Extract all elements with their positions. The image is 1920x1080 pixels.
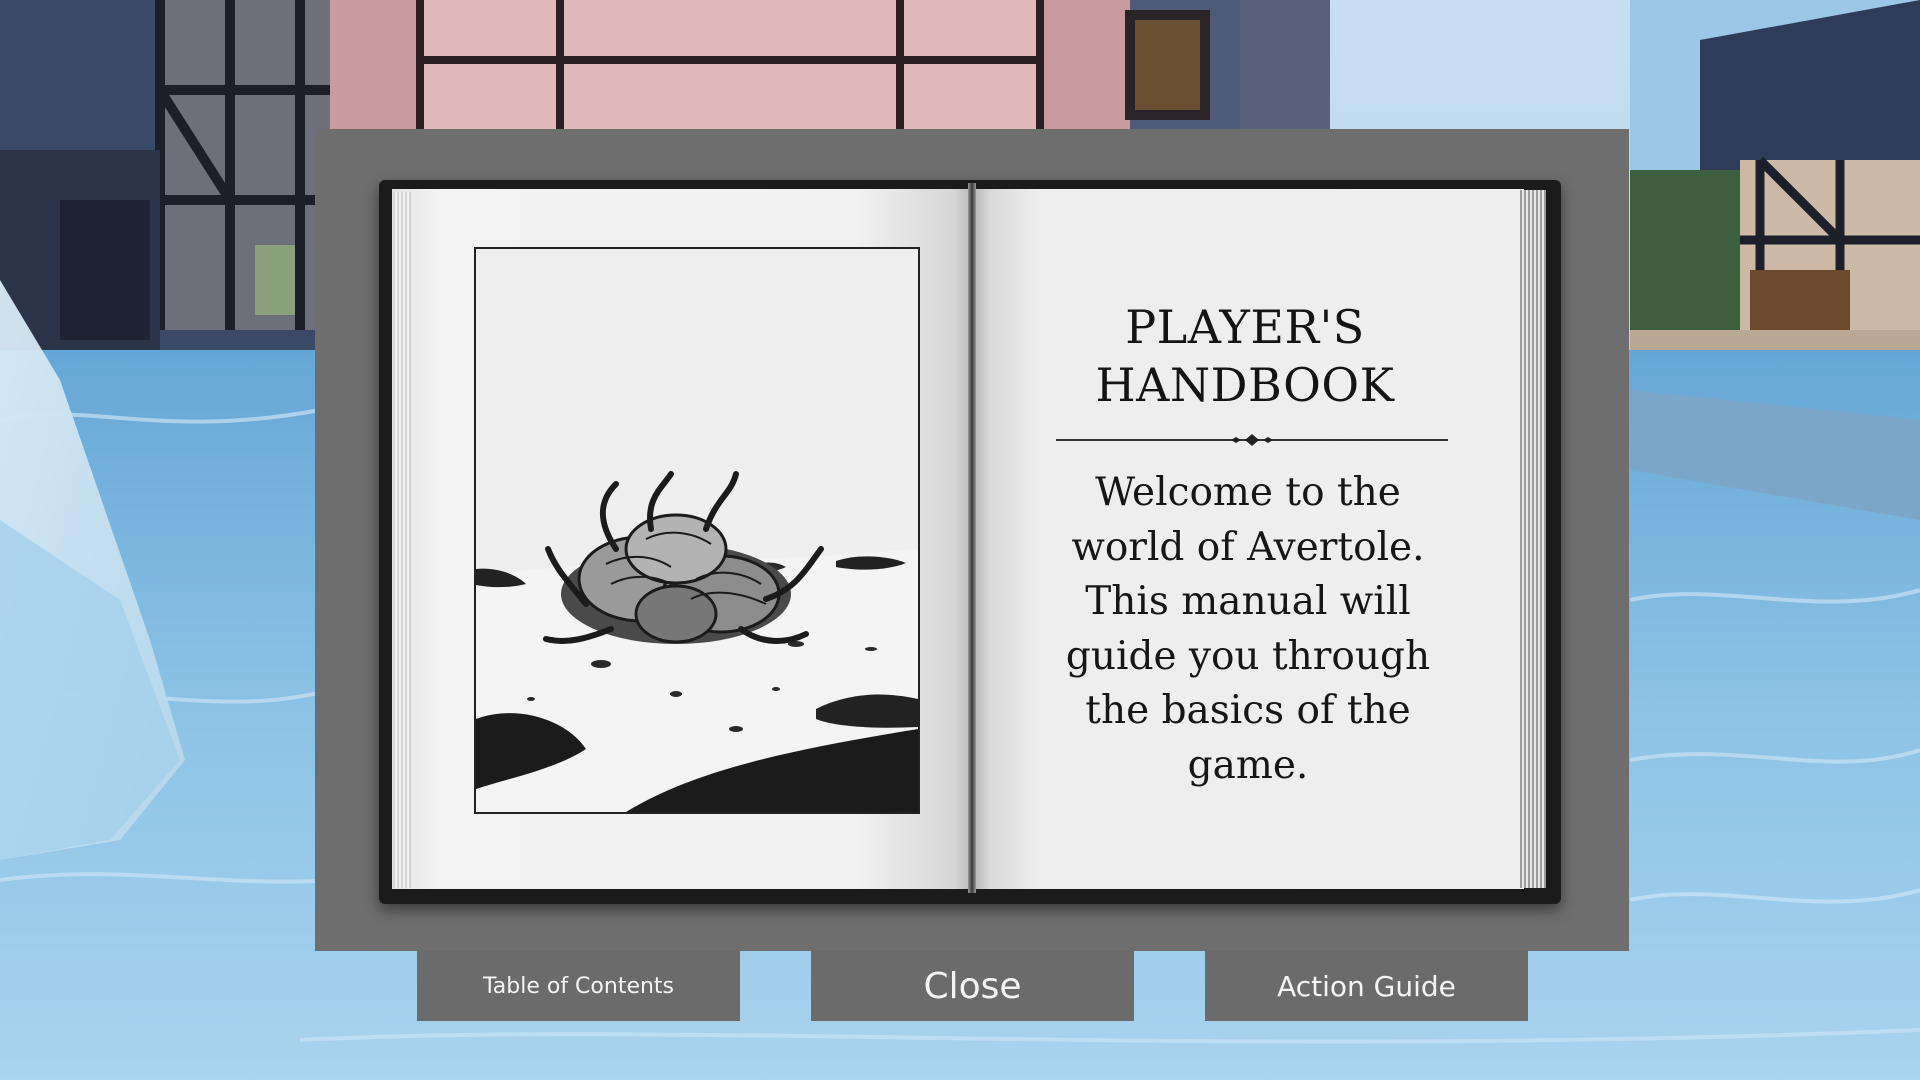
creature-illustration-icon: [476, 249, 918, 812]
action-guide-button[interactable]: Action Guide: [1205, 951, 1528, 1021]
creature-illustration: [474, 247, 920, 814]
page-title: PLAYER'S HANDBOOK: [1095, 300, 1395, 412]
table-of-contents-button[interactable]: Table of Contents: [417, 951, 740, 1021]
right-page-edges: [1520, 190, 1546, 888]
close-button[interactable]: Close: [811, 951, 1134, 1021]
left-page-edges: [393, 192, 411, 888]
ornament-divider-icon: [1056, 434, 1448, 446]
welcome-text: Welcome to the world of Avertole. This m…: [1065, 470, 1431, 788]
book-spine: [968, 183, 976, 893]
